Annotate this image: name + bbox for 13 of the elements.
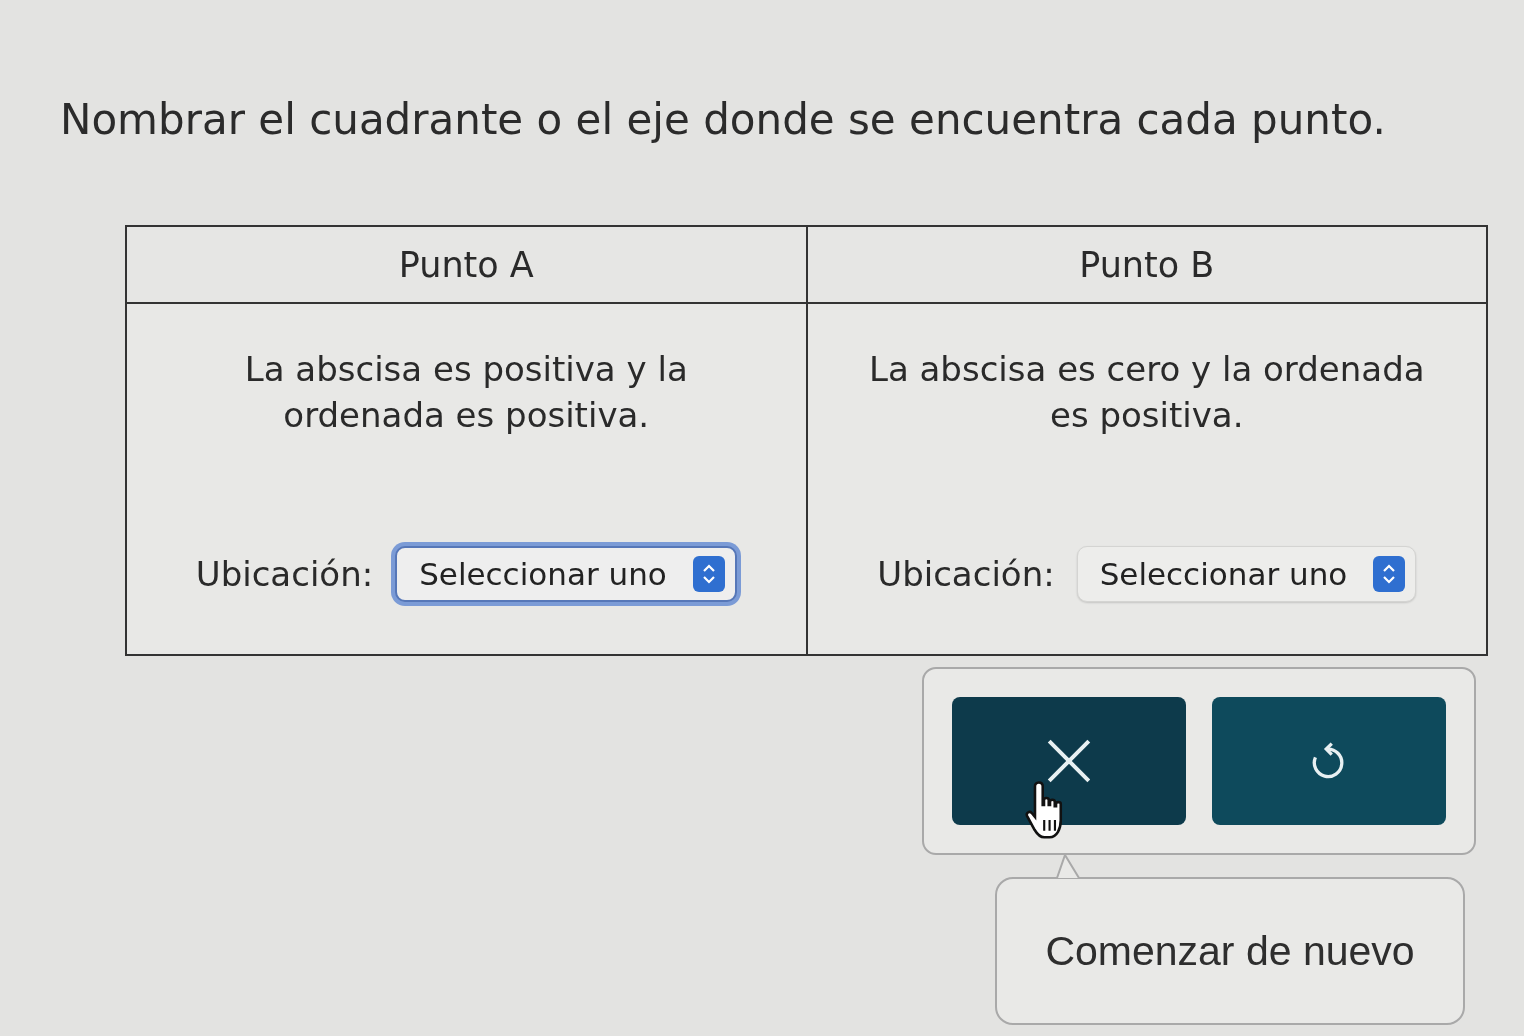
up-down-chevron-icon (1373, 556, 1406, 592)
location-label: Ubicación: (877, 554, 1055, 594)
close-icon (1047, 739, 1091, 783)
tooltip-text: Comenzar de nuevo (1045, 927, 1415, 975)
clear-button[interactable] (952, 697, 1186, 825)
instruction-text: Nombrar el cuadrante o el eje donde se encuentra cada punto. (60, 95, 1386, 145)
up-down-chevron-icon (692, 556, 725, 592)
location-label: Ubicación: (195, 554, 374, 594)
point-description: La abscisa es cero y la ordenada es positiva. (867, 348, 1426, 437)
location-select[interactable]: Seleccionar uno (1076, 546, 1417, 602)
column-heading: Punto A (126, 226, 807, 303)
point-description: La abscisa es positiva y la ordenada es positiva. (243, 348, 689, 437)
column-heading: Punto B (806, 226, 1487, 303)
